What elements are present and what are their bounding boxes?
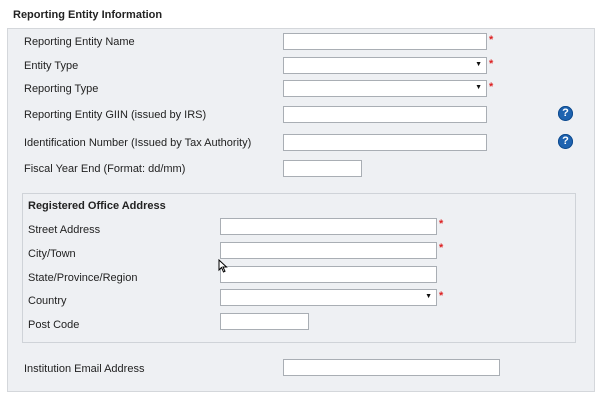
street-address-label: Street Address	[28, 224, 101, 236]
required-indicator: *	[489, 81, 494, 93]
fiscal-year-end-input[interactable]	[283, 160, 362, 177]
institution-email-input[interactable]	[283, 359, 500, 376]
section-title: Reporting Entity Information	[13, 9, 163, 21]
help-icon[interactable]: ?	[558, 106, 573, 121]
fiscal-year-end-label: Fiscal Year End (Format: dd/mm)	[24, 163, 186, 175]
city-town-input[interactable]	[220, 242, 437, 259]
state-province-region-input[interactable]	[220, 266, 437, 283]
post-code-label: Post Code	[28, 319, 80, 331]
entity-name-input[interactable]	[283, 33, 487, 50]
required-indicator: *	[489, 58, 494, 70]
required-indicator: *	[439, 242, 444, 254]
required-indicator: *	[489, 34, 494, 46]
country-select[interactable]	[220, 289, 437, 306]
entity-name-label: Reporting Entity Name	[24, 36, 135, 48]
entity-type-label: Entity Type	[24, 60, 79, 72]
entity-type-select[interactable]	[283, 57, 487, 74]
state-province-region-label: State/Province/Region	[28, 272, 138, 284]
giin-label: Reporting Entity GIIN (issued by IRS)	[24, 109, 207, 121]
id-number-label: Identification Number (Issued by Tax Aut…	[24, 137, 252, 149]
city-town-label: City/Town	[28, 248, 76, 260]
required-indicator: *	[439, 290, 444, 302]
giin-input[interactable]	[283, 106, 487, 123]
id-number-input[interactable]	[283, 134, 487, 151]
mouse-pointer-icon	[218, 259, 228, 273]
required-indicator: *	[439, 218, 444, 230]
country-label: Country	[28, 295, 67, 307]
reporting-type-select[interactable]	[283, 80, 487, 97]
reporting-type-label: Reporting Type	[24, 83, 99, 95]
help-icon[interactable]: ?	[558, 134, 573, 149]
post-code-input[interactable]	[220, 313, 309, 330]
institution-email-label: Institution Email Address	[24, 363, 145, 375]
street-address-input[interactable]	[220, 218, 437, 235]
registered-office-address-title: Registered Office Address	[28, 200, 166, 212]
